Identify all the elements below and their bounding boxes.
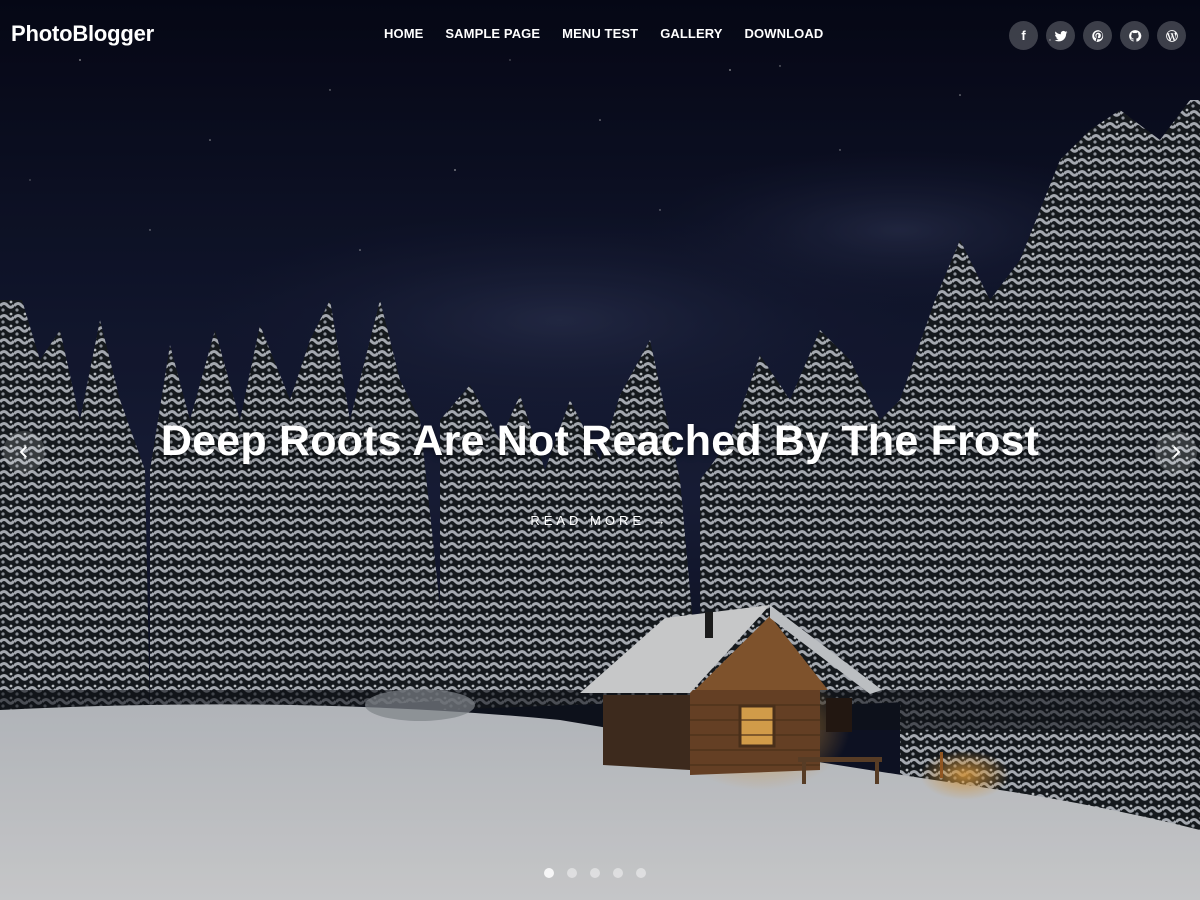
slider-dot-5[interactable] [636, 868, 646, 878]
slider-next-button[interactable] [1155, 431, 1197, 473]
wordpress-icon[interactable] [1157, 21, 1186, 50]
slider-dot-4[interactable] [613, 868, 623, 878]
nav-item-gallery[interactable]: GALLERY [660, 26, 722, 41]
nav-item-home[interactable]: HOME [384, 26, 423, 41]
nav-item-menu-test[interactable]: MENU TEST [562, 26, 638, 41]
twitter-icon[interactable] [1046, 21, 1075, 50]
nav-item-download[interactable]: DOWNLOAD [745, 26, 824, 41]
slider-dot-2[interactable] [567, 868, 577, 878]
facebook-icon[interactable]: f [1009, 21, 1038, 50]
slide-title[interactable]: Deep Roots Are Not Reached By The Frost [0, 417, 1200, 466]
read-more-container: READ MORE → [0, 512, 1200, 530]
site-header: PhotoBlogger HOME SAMPLE PAGE MENU TEST … [0, 0, 1200, 70]
site-logo[interactable]: PhotoBlogger [11, 21, 154, 47]
slider-pagination [544, 868, 646, 878]
slider-dot-3[interactable] [590, 868, 600, 878]
social-links: f [1009, 21, 1186, 50]
slider-prev-button[interactable] [3, 431, 45, 473]
hero-slider: PhotoBlogger HOME SAMPLE PAGE MENU TEST … [0, 0, 1200, 900]
chevron-right-icon [1173, 446, 1181, 458]
facebook-glyph: f [1021, 28, 1026, 43]
read-more-link[interactable]: READ MORE → [530, 513, 669, 528]
github-icon[interactable] [1120, 21, 1149, 50]
pinterest-icon[interactable] [1083, 21, 1112, 50]
main-navigation: HOME SAMPLE PAGE MENU TEST GALLERY DOWNL… [384, 26, 845, 41]
chevron-left-icon [19, 446, 27, 458]
nav-item-sample-page[interactable]: SAMPLE PAGE [445, 26, 540, 41]
slider-dot-1[interactable] [544, 868, 554, 878]
